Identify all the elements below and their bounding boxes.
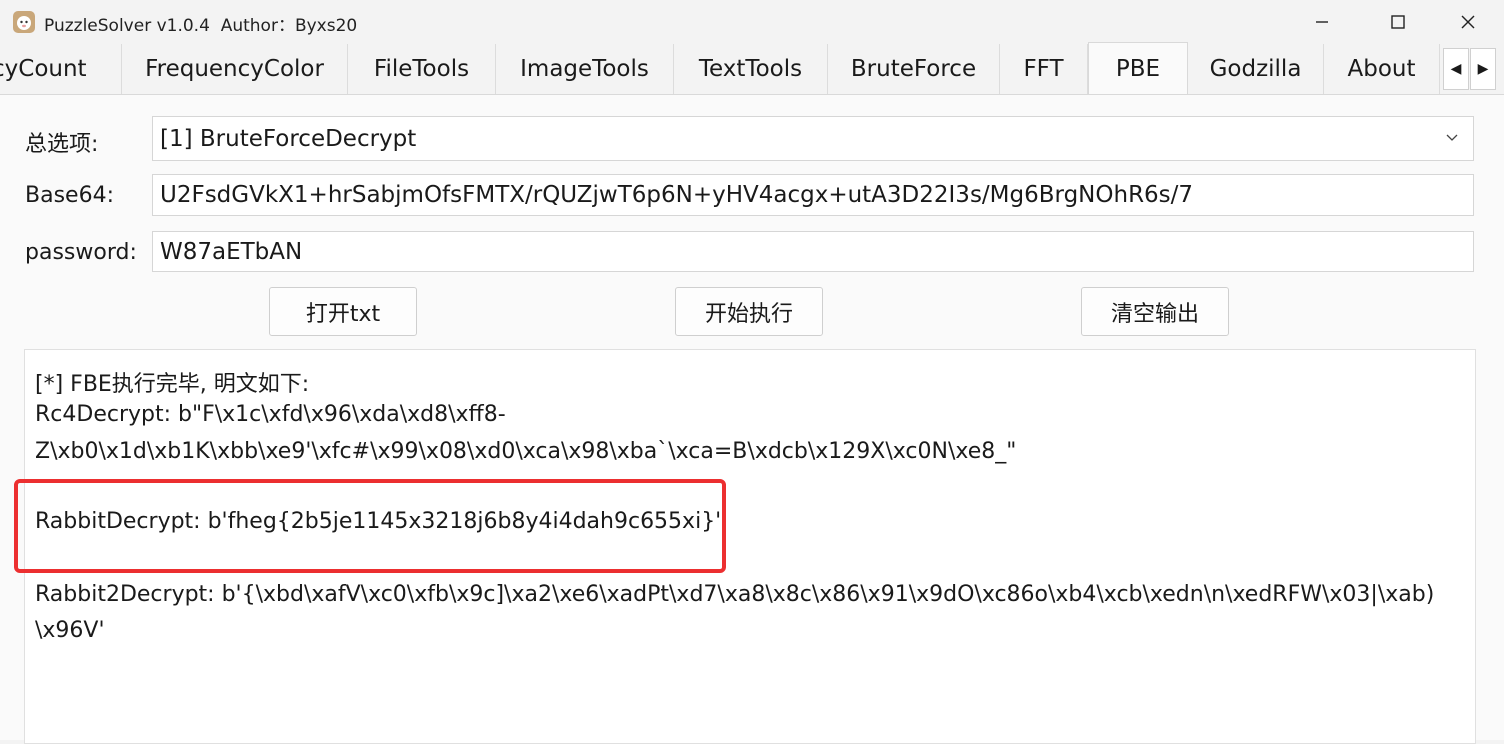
minimize-icon [1316, 21, 1328, 23]
tab-scroll-right-button[interactable]: ▶ [1470, 48, 1496, 90]
option-label: 总选项: [25, 132, 99, 157]
chevron-right-icon: ▶ [1477, 61, 1489, 77]
window-title: PuzzleSolver v1.0.4 Author：Byxs20 [44, 16, 358, 36]
tab-fft[interactable]: FFT [1000, 44, 1088, 94]
base64-input[interactable]: U2FsdGVkX1+hrSabjmOfsFMTX/rQUZjwT6p6N+yH… [152, 174, 1474, 216]
tab-scroll-left-button[interactable]: ◀ [1443, 48, 1469, 90]
output-line: Rc4Decrypt: b"F\x1c\xfd\x96\xda\xd8\xff8… [35, 402, 506, 427]
maximize-icon [1391, 15, 1405, 29]
password-label: password: [25, 240, 137, 265]
base64-input-value: U2FsdGVkX1+hrSabjmOfsFMTX/rQUZjwT6p6N+yH… [160, 182, 1194, 208]
tab-texttools[interactable]: TextTools [674, 44, 828, 94]
start-button[interactable]: 开始执行 [675, 287, 823, 336]
maximize-button[interactable] [1366, 0, 1430, 44]
title-bar: PuzzleSolver v1.0.4 Author：Byxs20 [0, 0, 1504, 44]
tab-frequencycolor[interactable]: FrequencyColor [122, 44, 348, 94]
password-input[interactable]: W87aETbAN [152, 231, 1474, 272]
tab-cycount[interactable]: cyCount [0, 44, 122, 94]
tab-pbe[interactable]: PBE [1088, 42, 1188, 94]
open-txt-button[interactable]: 打开txt [269, 287, 417, 336]
tab-godzilla[interactable]: Godzilla [1188, 44, 1324, 94]
tab-filetools[interactable]: FileTools [348, 44, 496, 94]
highlight-box [14, 479, 726, 573]
output-line: Z\xb0\x1d\xb1K\xbb\xe9'\xfc#\x99\x08\xd0… [35, 439, 1017, 464]
tab-bruteforce[interactable]: BruteForce [828, 44, 1000, 94]
output-line: Rabbit2Decrypt: b'{\xbd\xafV\xc0\xfb\x9c… [35, 582, 1435, 607]
chevron-left-icon: ◀ [1450, 61, 1462, 77]
close-icon [1461, 15, 1475, 29]
output-line: \x96V' [35, 618, 105, 643]
tab-about[interactable]: About [1324, 44, 1440, 94]
option-select-value: [1] BruteForceDecrypt [160, 125, 417, 152]
minimize-button[interactable] [1290, 0, 1354, 44]
close-button[interactable] [1436, 0, 1500, 44]
tab-imagetools[interactable]: ImageTools [496, 44, 674, 94]
option-select[interactable]: [1] BruteForceDecrypt [152, 116, 1474, 161]
sheep-app-icon [13, 11, 35, 33]
output-line: [*] FBE执行完毕, 明文如下: [35, 372, 310, 397]
base64-label: Base64: [25, 183, 114, 208]
chevron-down-icon [1446, 134, 1458, 141]
clear-output-button[interactable]: 清空输出 [1081, 287, 1229, 336]
password-input-value: W87aETbAN [160, 238, 303, 265]
tab-bar: cyCount FrequencyColor FileTools ImageTo… [0, 42, 1504, 95]
